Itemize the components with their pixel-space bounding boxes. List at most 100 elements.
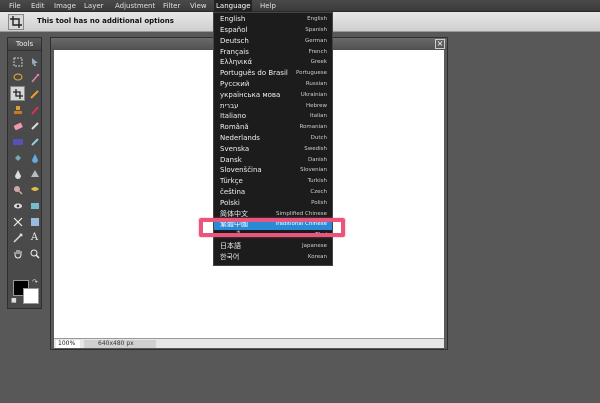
language-native-name: Svenska [220, 144, 250, 153]
red-eye-icon[interactable] [10, 198, 25, 213]
smudge-icon[interactable] [27, 118, 42, 133]
language-native-name: Türkçe [220, 177, 243, 186]
language-option[interactable]: English English [214, 14, 332, 25]
menu-edit[interactable]: Edit [29, 0, 47, 12]
text-icon[interactable]: A [27, 230, 42, 245]
language-option[interactable]: Dansk Danish [214, 154, 332, 165]
sharpen-icon[interactable] [27, 166, 42, 181]
menu-help[interactable]: Help [258, 0, 278, 12]
language-option[interactable]: Español Spanish [214, 25, 332, 36]
language-option[interactable]: Polski Polish [214, 198, 332, 209]
tools-title: Tools [8, 38, 41, 51]
language-english-name: Turkish [307, 178, 327, 185]
stamp-icon[interactable] [10, 102, 25, 117]
zoom-field[interactable]: 100% [56, 340, 80, 348]
pinch-icon[interactable] [10, 214, 25, 229]
menu-filter[interactable]: Filter [161, 0, 182, 12]
menu-layer[interactable]: Layer [82, 0, 106, 12]
menu-bar: File Edit Image Layer Adjustment Filter … [0, 0, 600, 12]
language-native-name: Español [220, 26, 248, 35]
language-english-name: Hebrew [305, 102, 327, 109]
language-option[interactable]: Svenska Swedish [214, 144, 332, 155]
language-native-name: Slovenščina [220, 166, 262, 175]
blur-icon[interactable] [27, 150, 42, 165]
language-native-name: українська мова [220, 90, 281, 99]
crop-icon [8, 14, 24, 30]
color-swatches: ↷ ■ [11, 278, 41, 306]
language-option[interactable]: 한국어 Korean [214, 252, 332, 263]
language-english-name: Czech [310, 189, 327, 196]
language-native-name: Italiano [220, 112, 246, 121]
menu-adjustment[interactable]: Adjustment [113, 0, 157, 12]
eraser-icon[interactable] [10, 118, 25, 133]
image-size-label: 640x480 px [84, 340, 156, 348]
dropper-icon[interactable] [10, 166, 25, 181]
language-native-name: 日本語 [220, 242, 241, 251]
sponge-icon[interactable] [27, 198, 42, 213]
language-english-name: Greek [310, 59, 327, 66]
pencil-icon[interactable] [27, 86, 42, 101]
language-native-name: Ελληνικά [220, 58, 253, 67]
language-english-name: Simplified Chinese [276, 210, 327, 217]
brush-icon[interactable] [27, 102, 42, 117]
reset-colors-icon[interactable]: ■ [11, 297, 17, 304]
language-option[interactable]: Türkçe Turkish [214, 176, 332, 187]
language-native-name: עברית [220, 101, 239, 110]
bucket-icon[interactable] [10, 150, 25, 165]
language-english-name: French [308, 48, 327, 55]
language-option[interactable]: Português do Brasil Portuguese [214, 68, 332, 79]
language-english-name: Portuguese [296, 70, 327, 77]
menu-file[interactable]: File [7, 0, 23, 12]
color-picker-icon[interactable] [10, 230, 25, 245]
magic-wand-icon[interactable] [27, 70, 42, 85]
language-english-name: Danish [308, 156, 327, 163]
menu-image[interactable]: Image [52, 0, 78, 12]
menu-view[interactable]: View [188, 0, 209, 12]
language-option[interactable]: 日本語 Japanese [214, 241, 332, 252]
language-english-name: Japanese [302, 243, 327, 250]
language-option[interactable]: Français French [214, 46, 332, 57]
language-english-name: English [307, 16, 327, 23]
replace-color-icon[interactable] [27, 134, 42, 149]
language-option[interactable]: Deutsch German [214, 36, 332, 47]
language-native-name: Nederlands [220, 134, 260, 143]
selection-highlight [199, 218, 345, 237]
language-option[interactable]: Română Romanian [214, 122, 332, 133]
close-icon[interactable]: × [435, 39, 445, 49]
bloat-icon[interactable] [27, 214, 42, 229]
language-option[interactable]: українська мова Ukrainian [214, 90, 332, 101]
language-english-name: Korean [307, 253, 327, 260]
lasso-icon[interactable] [10, 70, 25, 85]
language-option[interactable]: Русский Russian [214, 79, 332, 90]
language-option[interactable]: Italiano Italian [214, 111, 332, 122]
language-native-name: English [220, 15, 246, 24]
language-option[interactable]: Nederlands Dutch [214, 133, 332, 144]
gradient-icon[interactable] [10, 134, 25, 149]
language-native-name: Português do Brasil [220, 69, 288, 78]
language-option[interactable]: Ελληνικά Greek [214, 57, 332, 68]
language-option[interactable]: Slovenščina Slovenian [214, 165, 332, 176]
burn-icon[interactable] [10, 182, 25, 197]
language-english-name: German [304, 37, 327, 44]
language-native-name: Dansk [220, 155, 242, 164]
language-english-name: Russian [305, 81, 327, 88]
zoom-icon[interactable] [27, 246, 42, 261]
language-english-name: Dutch [310, 135, 327, 142]
background-color-swatch[interactable] [23, 288, 39, 304]
language-option[interactable]: čeština Czech [214, 187, 332, 198]
language-native-name: čeština [220, 188, 246, 197]
language-english-name: Ukrainian [300, 91, 327, 98]
menu-language[interactable]: Language [214, 0, 252, 12]
language-english-name: Italian [309, 113, 327, 120]
marquee-icon[interactable] [10, 54, 25, 69]
language-native-name: Français [220, 47, 249, 56]
status-bar: 100% 640x480 px [54, 338, 444, 348]
hand-icon[interactable] [10, 246, 25, 261]
dodge-icon[interactable] [27, 182, 42, 197]
swap-colors-icon[interactable]: ↷ [32, 278, 38, 286]
language-option[interactable]: עברית Hebrew [214, 100, 332, 111]
language-english-name: Polish [311, 199, 327, 206]
move-icon[interactable] [27, 54, 42, 69]
language-english-name: Spanish [305, 27, 327, 34]
crop-icon[interactable] [10, 86, 25, 101]
